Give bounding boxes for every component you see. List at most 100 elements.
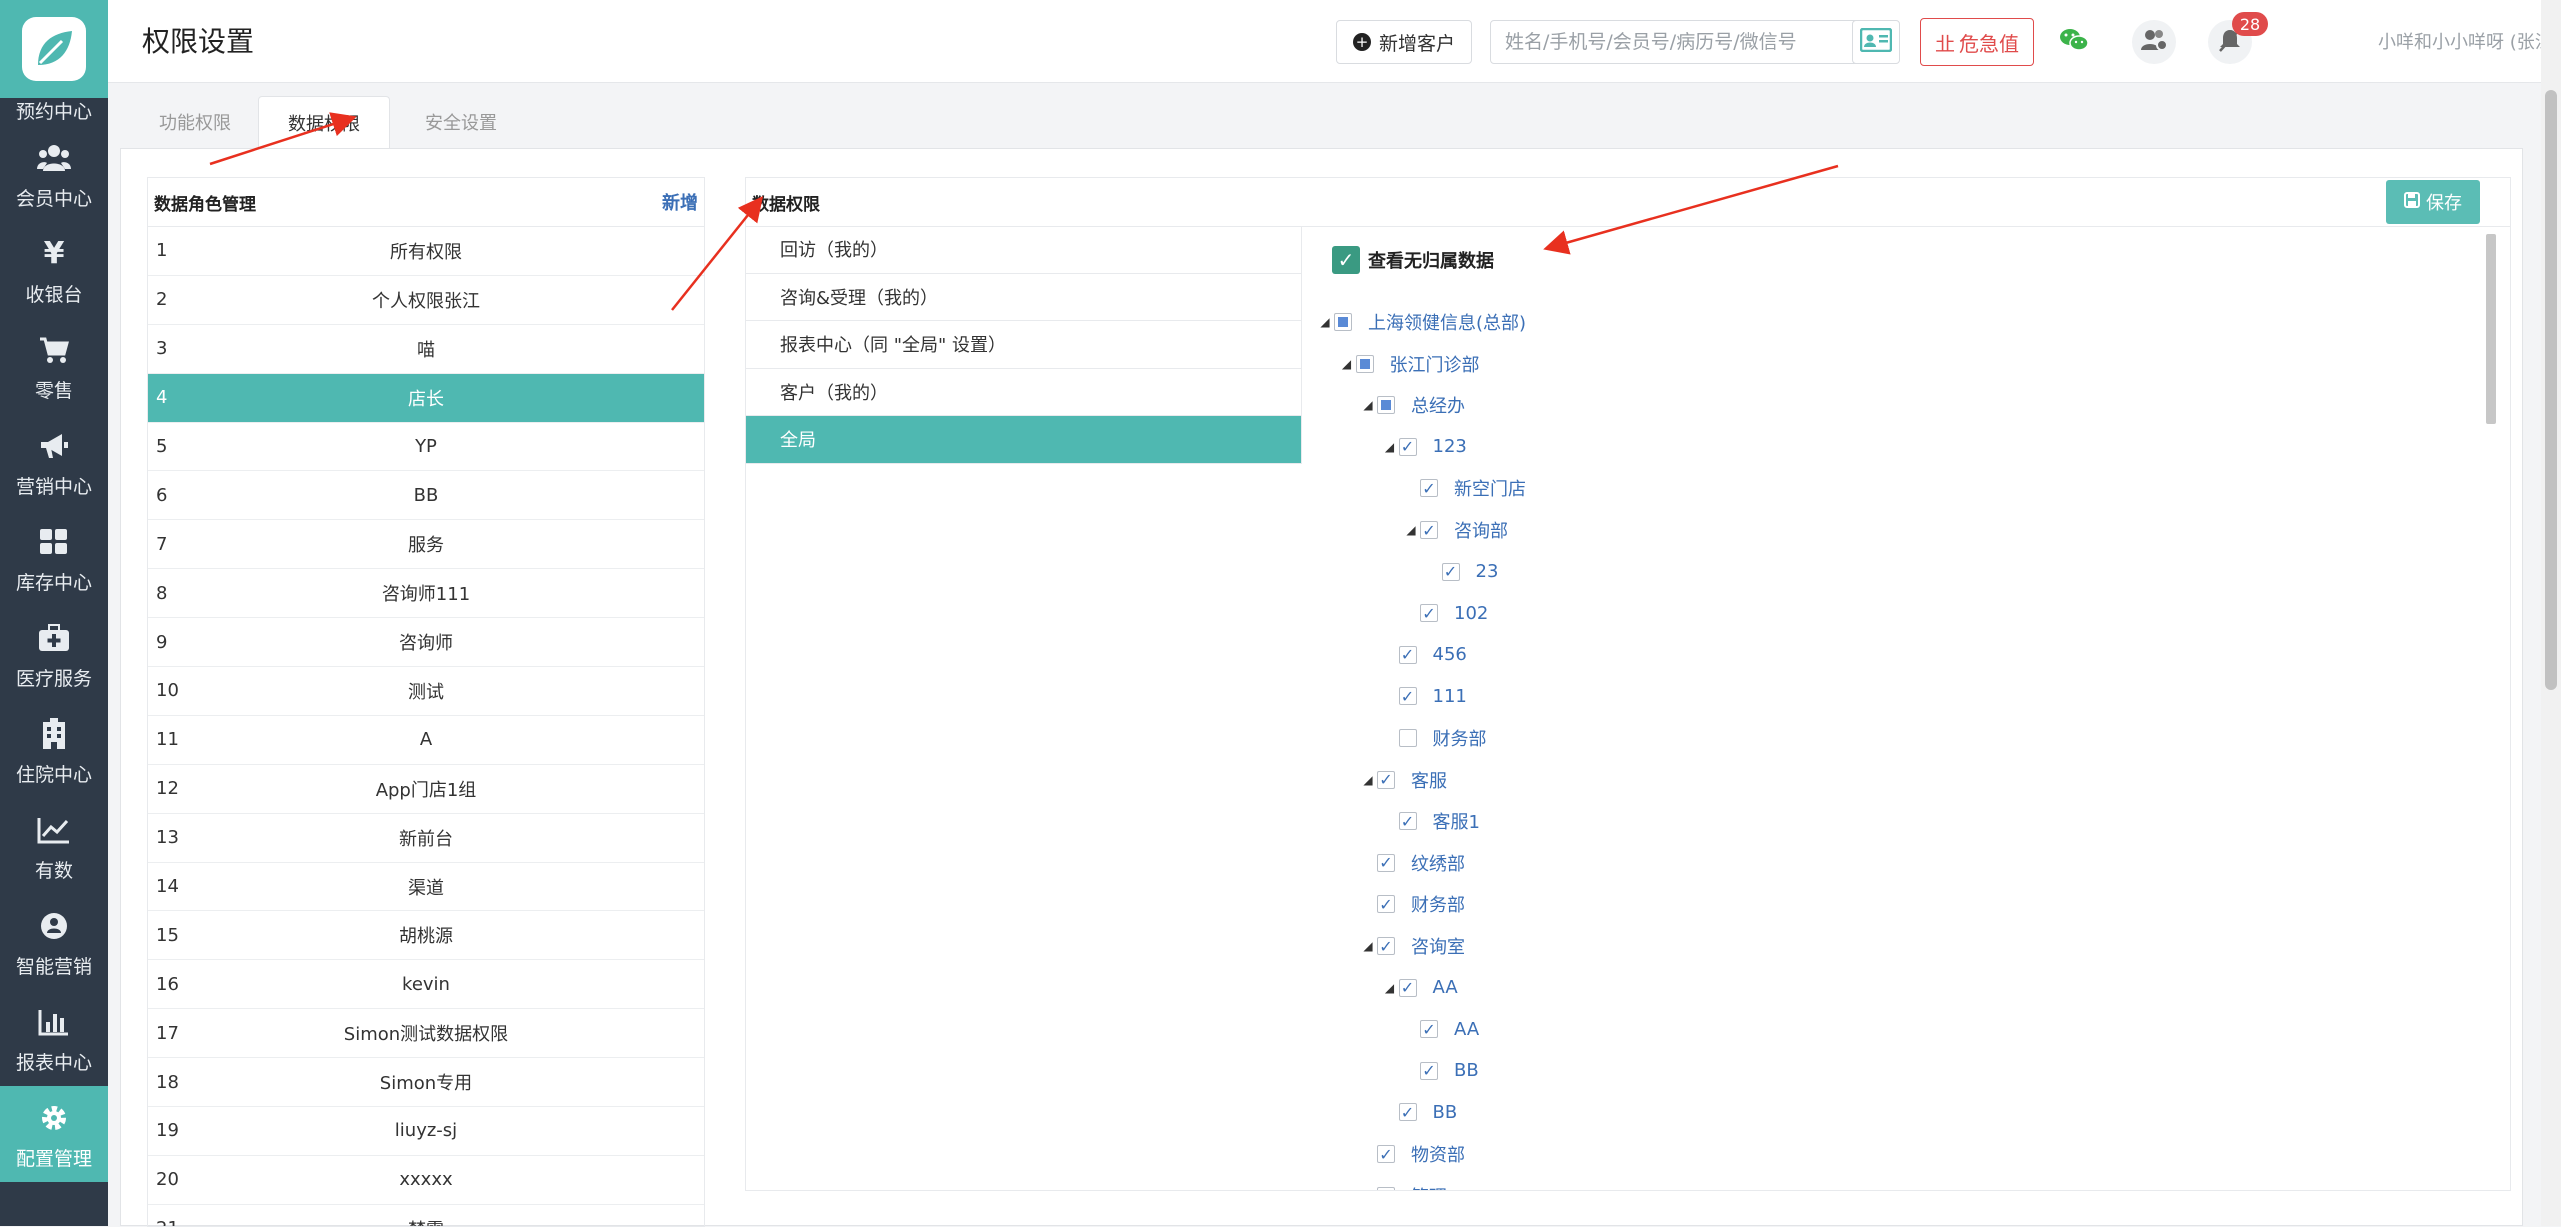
tree-node[interactable]: ✓ 管理 [1359,1182,1447,1190]
tree-node[interactable]: ◢ 上海领健信息(总部) [1316,308,1526,336]
tree-checkbox[interactable]: ✓ [1377,770,1395,789]
critical-value-button[interactable]: 㐀 危急值 [1920,18,2034,66]
tree-node[interactable]: ◢ ✓ 咨询部 [1402,516,1508,544]
nav-item-config[interactable]: 配置管理 [0,1086,108,1182]
tree-node[interactable]: ◢ 总经办 [1359,391,1465,419]
tree-checkbox[interactable]: ✓ [1420,1020,1438,1039]
tree-node[interactable]: ◢ ✓ AA [1381,974,1458,1002]
tree-node[interactable]: ✓ 新空门店 [1402,474,1526,502]
tree-node[interactable]: ✓ 102 [1402,599,1488,627]
tree-checkbox[interactable]: ✓ [1377,895,1395,914]
tree-checkbox[interactable]: ✓ [1398,645,1417,664]
permission-scope-item[interactable]: 客户（我的） [746,368,1302,416]
tree-toggle-icon[interactable]: ◢ [1381,981,1399,995]
tree-toggle-icon[interactable]: ◢ [1338,357,1356,371]
role-row[interactable]: 20 xxxxx [148,1156,704,1205]
role-row[interactable]: 1 所有权限 [148,227,704,276]
role-row[interactable]: 7 服务 [148,520,704,570]
tree-checkbox[interactable]: ✓ [1377,1186,1395,1190]
tree-toggle-icon[interactable]: ◢ [1359,939,1377,953]
permission-scope-item[interactable]: 回访（我的） [746,226,1302,274]
tree-checkbox[interactable] [1398,729,1417,747]
tab-security-settings[interactable]: 安全设置 [406,96,516,148]
checkbox-checked[interactable]: ✓ [1332,246,1360,274]
tree-node[interactable]: ✓ 纹绣部 [1359,849,1465,877]
role-row[interactable]: 19 liuyz-sj [148,1107,704,1156]
tree-node[interactable]: 财务部 [1381,724,1487,752]
tree-checkbox[interactable]: ✓ [1420,1061,1438,1080]
tree-node[interactable]: ✓ 财务部 [1359,890,1465,918]
role-row[interactable]: 2 个人权限张江 [148,276,704,325]
role-row[interactable]: 9 咨询师 [148,618,704,668]
tree-checkbox[interactable]: ✓ [1420,521,1438,540]
wechat-button[interactable] [2052,20,2096,64]
role-row[interactable]: 12 App门店1组 [148,765,704,814]
tree-checkbox[interactable]: ✓ [1398,437,1417,456]
role-row[interactable]: 16 kevin [148,960,704,1010]
add-role-link[interactable]: 新增 [662,189,698,215]
tree-checkbox[interactable]: ✓ [1441,562,1460,581]
view-unassigned-data-option[interactable]: ✓ 查看无归属数据 [1332,246,1494,274]
role-row[interactable]: 4 店长 [148,373,704,423]
save-button[interactable]: 保存 [2386,180,2480,224]
nav-item-marketing[interactable]: 营销中心 [0,414,108,510]
nav-item-smart-marketing[interactable]: 智能营销 [0,894,108,990]
permission-scope-item[interactable]: 全局 [746,416,1302,464]
tree-checkbox[interactable]: ✓ [1398,978,1417,997]
nav-item-partial[interactable]: 预约中心 [0,98,108,126]
tree-toggle-icon[interactable]: ◢ [1402,523,1420,537]
role-row[interactable]: 13 新前台 [148,814,704,863]
tree-checkbox[interactable] [1334,313,1352,331]
user-menu[interactable]: 小咩和小小咩呀 (张江门诊部) ⌄ [2378,28,2561,54]
permission-scope-item[interactable]: 报表中心（同 "全局" 设置） [746,321,1302,369]
contacts-button[interactable] [2132,20,2176,64]
tree-toggle-icon[interactable]: ◢ [1359,398,1377,412]
nav-item-reports[interactable]: 报表中心 [0,990,108,1086]
tree-checkbox[interactable] [1355,354,1374,373]
role-row[interactable]: 8 咨询师111 [148,569,704,619]
role-row[interactable]: 14 渠道 [148,863,704,912]
tree-checkbox[interactable] [1377,396,1395,415]
role-row[interactable]: 15 胡桃源 [148,911,704,961]
nav-item-inpatient[interactable]: 住院中心 [0,702,108,798]
tree-node[interactable]: ✓ 456 [1381,641,1467,669]
tree-node[interactable]: ◢ ✓ 123 [1381,433,1467,461]
tree-node[interactable]: ◢ ✓ 客服 [1359,766,1447,794]
tab-data-permissions[interactable]: 数据权限 [258,96,390,148]
page-scrollbar-thumb[interactable] [2545,90,2557,690]
tree-checkbox[interactable]: ✓ [1398,687,1417,706]
add-customer-button[interactable]: + 新增客户 [1336,20,1472,64]
tree-node[interactable]: ◢ ✓ 咨询室 [1359,932,1465,960]
role-row[interactable]: 11 A [148,716,704,765]
role-row[interactable]: 6 BB [148,471,704,521]
tree-checkbox[interactable]: ✓ [1377,1145,1395,1164]
tree-toggle-icon[interactable]: ◢ [1381,440,1399,454]
tree-checkbox[interactable]: ✓ [1377,853,1395,872]
tree-node[interactable]: ✓ AA [1402,1015,1479,1043]
tree-node[interactable]: ✓ BB [1402,1057,1479,1085]
nav-item-medical[interactable]: 医疗服务 [0,606,108,702]
tree-node[interactable]: ✓ 23 [1424,558,1498,586]
nav-item-retail[interactable]: 零售 [0,318,108,414]
tree-node[interactable]: ✓ 111 [1381,682,1467,710]
app-logo[interactable] [0,0,108,98]
tree-node[interactable]: ✓ 物资部 [1359,1140,1465,1168]
nav-item-member[interactable]: 会员中心 [0,126,108,222]
tab-function-permissions[interactable]: 功能权限 [140,96,250,148]
permission-scope-item[interactable]: 咨询&受理（我的） [746,273,1302,321]
page-scrollbar[interactable] [2541,0,2561,1226]
nav-item-data[interactable]: 有数 [0,798,108,894]
role-row[interactable]: 3喵 [148,325,704,374]
id-card-button[interactable] [1852,20,1900,64]
tree-checkbox[interactable]: ✓ [1420,604,1438,623]
tree-checkbox[interactable]: ✓ [1377,937,1395,956]
tree-node[interactable]: ◢ 张江门诊部 [1338,350,1480,378]
tree-checkbox[interactable]: ✓ [1420,479,1438,498]
tree-checkbox[interactable]: ✓ [1398,1103,1417,1122]
tree-scrollbar-thumb[interactable] [2486,234,2496,424]
tree-toggle-icon[interactable]: ◢ [1316,315,1334,329]
search-input[interactable] [1491,21,1831,63]
role-row[interactable]: 17 Simon测试数据权限 [148,1009,704,1059]
role-row[interactable]: 21梦露 [148,1205,704,1226]
nav-item-cashier[interactable]: ¥ 收银台 [0,222,108,318]
